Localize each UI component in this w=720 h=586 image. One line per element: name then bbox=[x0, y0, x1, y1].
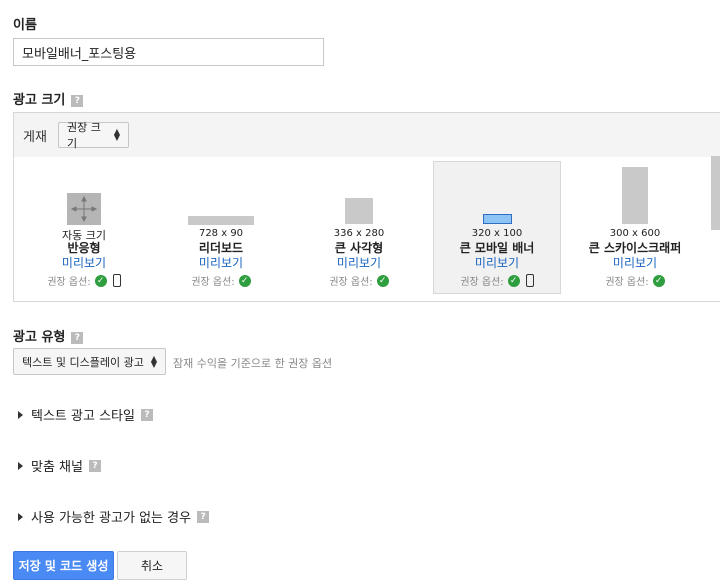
collapsible-label: 사용 가능한 광고가 없는 경우 bbox=[31, 511, 192, 526]
recommended-options: 권장 옵션: ✓ bbox=[571, 273, 699, 288]
next-card-preview[interactable] bbox=[711, 156, 720, 230]
large-rectangle-thumb bbox=[345, 198, 373, 224]
recommended-label: 권장 옵션: bbox=[460, 277, 504, 288]
mobile-icon bbox=[112, 274, 121, 287]
leaderboard-thumb bbox=[188, 216, 254, 225]
help-icon[interactable]: ? bbox=[88, 459, 101, 472]
name-label: 이름 bbox=[13, 18, 37, 33]
ad-type-select[interactable]: 텍스트 및 디스플레이 광고 ▲ ▼ bbox=[13, 348, 166, 375]
recommended-options: 권장 옵션: ✓ bbox=[295, 273, 423, 288]
ad-size-label: 광고 크기? bbox=[13, 89, 84, 108]
size-card-dims: 728 x 90 bbox=[198, 228, 244, 239]
mobile-banner-thumb bbox=[483, 214, 512, 224]
size-card-leaderboard[interactable]: 728 x 90 리더보드 미리보기 권장 옵션: ✓ bbox=[157, 161, 285, 294]
ad-size-panel: 게재 권장 크기 ▲ ▼ 자동 크기 반응형 미리보기 권장 옵션: ✓ 728… bbox=[13, 112, 720, 302]
select-arrows-icon: ▲ ▼ bbox=[150, 353, 157, 369]
ad-size-label-text: 광고 크기 bbox=[13, 93, 66, 108]
help-icon[interactable]: ? bbox=[71, 94, 84, 107]
size-card-dims: 300 x 600 bbox=[609, 228, 661, 239]
check-icon: ✓ bbox=[94, 274, 107, 287]
preview-link[interactable]: 미리보기 bbox=[571, 254, 699, 271]
preview-link[interactable]: 미리보기 bbox=[157, 254, 285, 271]
mobile-icon bbox=[525, 274, 534, 287]
size-card-responsive[interactable]: 자동 크기 반응형 미리보기 권장 옵션: ✓ bbox=[20, 161, 148, 294]
save-and-generate-code-button[interactable]: 저장 및 코드 생성 bbox=[13, 551, 114, 580]
preview-link[interactable]: 미리보기 bbox=[434, 254, 560, 271]
recommended-label: 권장 옵션: bbox=[329, 277, 373, 288]
recommended-label: 권장 옵션: bbox=[191, 277, 235, 288]
check-icon: ✓ bbox=[507, 274, 520, 287]
size-select-value: 권장 크기 bbox=[67, 121, 101, 150]
recommended-options: 권장 옵션: ✓ bbox=[20, 273, 148, 288]
collapsible-label: 맞춤 채널 bbox=[31, 460, 83, 475]
check-icon: ✓ bbox=[238, 274, 251, 287]
expand-triangle-icon bbox=[18, 410, 23, 419]
ad-type-label: 광고 유형? bbox=[13, 326, 84, 345]
name-input[interactable] bbox=[13, 38, 324, 66]
size-card-large-rectangle[interactable]: 336 x 280 큰 사각형 미리보기 권장 옵션: ✓ bbox=[295, 161, 423, 294]
help-icon[interactable]: ? bbox=[71, 331, 84, 344]
size-select[interactable]: 권장 크기 ▲ ▼ bbox=[58, 121, 129, 150]
ad-type-label-text: 광고 유형 bbox=[13, 330, 66, 345]
custom-channel-toggle[interactable]: 맞춤 채널 ? bbox=[18, 456, 101, 475]
recommended-options: 권장 옵션: ✓ bbox=[434, 273, 560, 288]
ad-type-select-value: 텍스트 및 디스플레이 광고 bbox=[22, 355, 144, 369]
check-icon: ✓ bbox=[376, 274, 389, 287]
recommended-label: 권장 옵션: bbox=[47, 277, 91, 288]
skyscraper-thumb bbox=[622, 167, 648, 224]
size-card-large-mobile-banner[interactable]: 320 x 100 큰 모바일 배너 미리보기 권장 옵션: ✓ bbox=[433, 161, 561, 294]
text-ad-style-toggle[interactable]: 텍스트 광고 스타일 ? bbox=[18, 405, 153, 424]
responsive-thumb bbox=[67, 193, 101, 225]
size-card-dims: 336 x 280 bbox=[333, 228, 385, 239]
preview-link[interactable]: 미리보기 bbox=[295, 254, 423, 271]
recommended-options: 권장 옵션: ✓ bbox=[157, 273, 285, 288]
move-arrows-icon bbox=[70, 195, 98, 223]
ad-size-panel-header: 게재 권장 크기 ▲ ▼ bbox=[14, 113, 720, 157]
size-card-large-skyscraper[interactable]: 300 x 600 큰 스카이스크래퍼 미리보기 권장 옵션: ✓ bbox=[571, 161, 699, 294]
help-icon[interactable]: ? bbox=[197, 510, 210, 523]
posting-label: 게재 bbox=[23, 130, 47, 145]
recommended-label: 권장 옵션: bbox=[605, 277, 649, 288]
collapsible-label: 텍스트 광고 스타일 bbox=[31, 409, 135, 424]
help-icon[interactable]: ? bbox=[140, 408, 153, 421]
no-ads-available-toggle[interactable]: 사용 가능한 광고가 없는 경우 ? bbox=[18, 507, 210, 526]
select-arrows-icon: ▲ ▼ bbox=[113, 127, 120, 142]
cancel-button[interactable]: 취소 bbox=[117, 551, 187, 580]
ad-type-hint: 잠재 수익을 기준으로 한 권장 옵션 bbox=[173, 357, 333, 370]
size-card-dims: 320 x 100 bbox=[471, 228, 523, 239]
check-icon: ✓ bbox=[652, 274, 665, 287]
preview-link[interactable]: 미리보기 bbox=[20, 254, 148, 271]
expand-triangle-icon bbox=[18, 512, 23, 521]
expand-triangle-icon bbox=[18, 461, 23, 470]
